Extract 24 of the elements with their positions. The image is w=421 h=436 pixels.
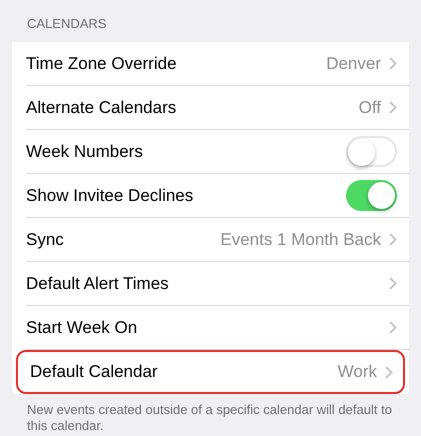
toggle-switch[interactable] <box>346 136 397 167</box>
chevron-icon <box>389 101 397 114</box>
row-value: Off <box>358 96 381 119</box>
settings-row[interactable]: Time Zone Override Denver <box>12 42 409 86</box>
row-label: Default Alert Times <box>26 272 169 295</box>
footer-note: New events created outside of a specific calendar will default to this calendar. <box>26 401 393 434</box>
section-header: CALENDARS <box>27 16 106 31</box>
chevron-icon <box>389 277 397 290</box>
row-label: Show Invitee Declines <box>26 184 194 207</box>
row-value: Denver <box>326 52 381 75</box>
row-label: Start Week On <box>26 316 138 339</box>
toggle-switch[interactable] <box>346 180 397 211</box>
chevron-icon <box>389 57 397 70</box>
settings-row[interactable]: Default Calendar Work <box>16 350 405 394</box>
row-label: Default Calendar <box>30 361 158 384</box>
chevron-icon <box>389 321 397 334</box>
row-value: Work <box>338 361 377 384</box>
row-value: Events 1 Month Back <box>220 228 381 251</box>
row-label: Time Zone Override <box>26 52 177 75</box>
chevron-icon <box>389 233 397 246</box>
row-label: Alternate Calendars <box>26 96 176 119</box>
chevron-icon <box>385 366 393 378</box>
row-label: Sync <box>26 228 64 251</box>
row-label: Week Numbers <box>26 140 143 163</box>
